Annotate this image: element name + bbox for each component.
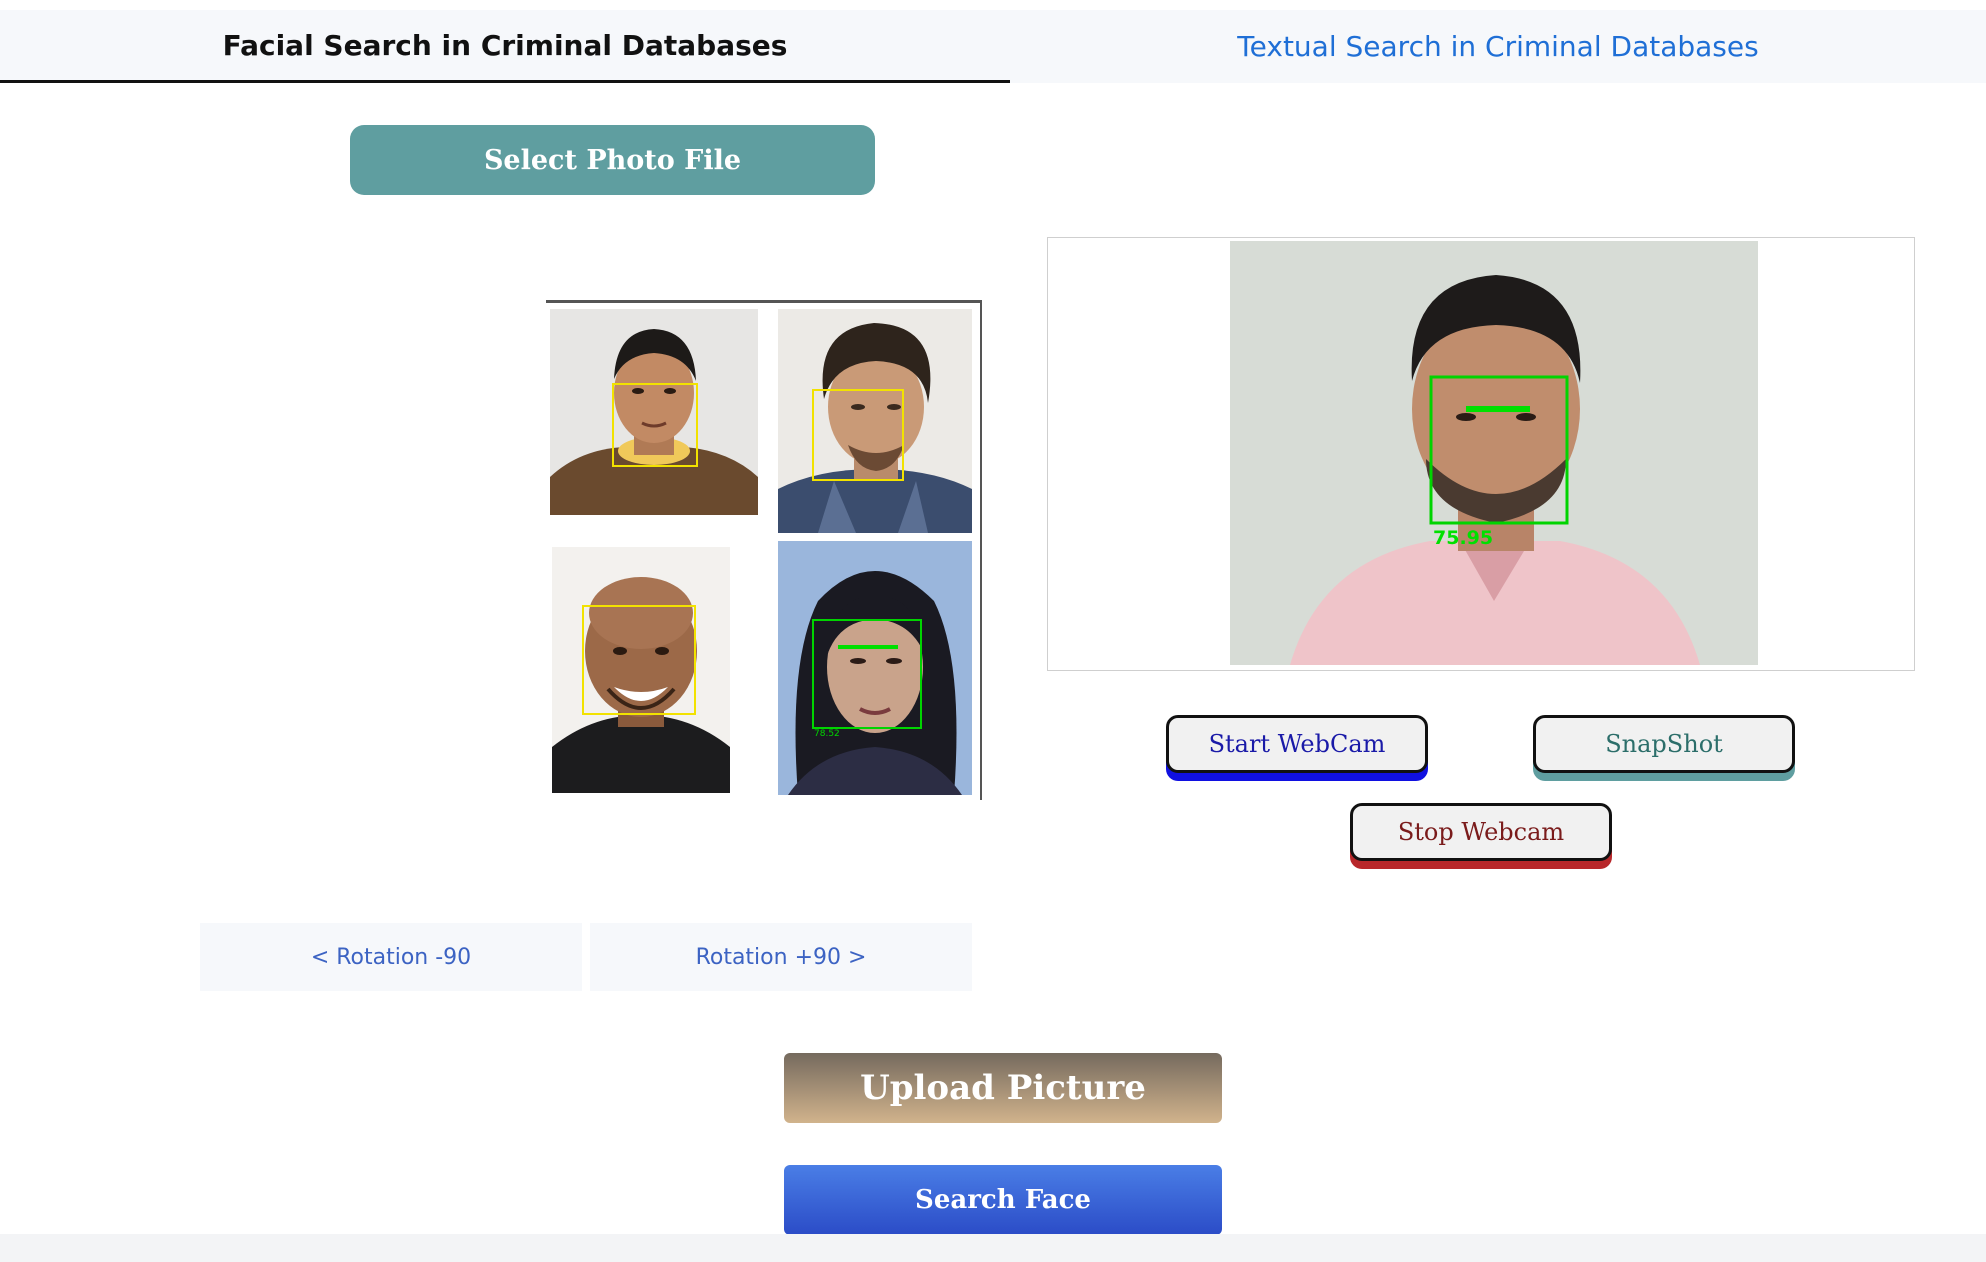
suspect-photo-4: 78.52 [778,541,972,795]
select-photo-button[interactable]: Select Photo File [350,125,875,195]
match-score-label: 75.95 [1433,527,1494,549]
small-match-score: 78.52 [814,729,840,739]
uploaded-photo-collage: 78.52 [546,300,982,800]
top-strip [0,0,1986,10]
webcam-preview-image [1230,241,1758,665]
rotate-left-button[interactable]: < Rotation -90 [200,923,582,991]
stop-webcam-button[interactable]: Stop Webcam [1350,803,1612,861]
suspect-photo-1 [550,309,758,515]
search-face-button[interactable]: Search Face [784,1165,1222,1235]
suspect-photo-2 [778,309,972,533]
face-detection-box [812,619,922,729]
tab-facial-search[interactable]: Facial Search in Criminal Databases [0,10,1010,83]
tab-bar: Facial Search in Criminal Databases Text… [0,10,1986,83]
start-webcam-button[interactable]: Start WebCam [1166,715,1428,773]
eye-line-marker [838,645,898,649]
suspect-photo-3 [552,547,730,793]
webcam-preview-photo [1230,241,1758,665]
upload-picture-button[interactable]: Upload Picture [784,1053,1222,1123]
face-detection-box [612,383,698,467]
footer-strip [0,1234,1986,1262]
rotate-right-button[interactable]: Rotation +90 > [590,923,972,991]
face-detection-box [582,605,696,715]
tab-textual-search[interactable]: Textual Search in Criminal Databases [1010,10,1986,83]
face-detection-box [812,389,904,481]
snapshot-button[interactable]: SnapShot [1533,715,1795,773]
